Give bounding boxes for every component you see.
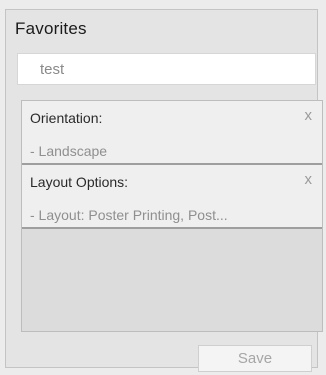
close-icon[interactable]: x xyxy=(305,108,313,123)
favorite-name-input[interactable] xyxy=(17,53,316,85)
item-value: - Layout: Poster Printing, Post... xyxy=(30,207,228,223)
close-icon[interactable]: x xyxy=(305,172,313,187)
favorites-list: Orientation: x - Landscape Layout Option… xyxy=(21,100,323,332)
save-button[interactable]: Save xyxy=(198,345,312,372)
item-title: Layout Options: xyxy=(30,174,129,190)
favorites-panel: Favorites Orientation: x - Landscape Lay… xyxy=(5,9,323,372)
list-item[interactable]: Layout Options: x - Layout: Poster Print… xyxy=(22,165,322,229)
panel-title: Favorites xyxy=(15,19,87,38)
list-item[interactable]: Orientation: x - Landscape xyxy=(22,101,322,165)
item-title: Orientation: xyxy=(30,110,103,126)
item-value: - Landscape xyxy=(30,143,108,159)
